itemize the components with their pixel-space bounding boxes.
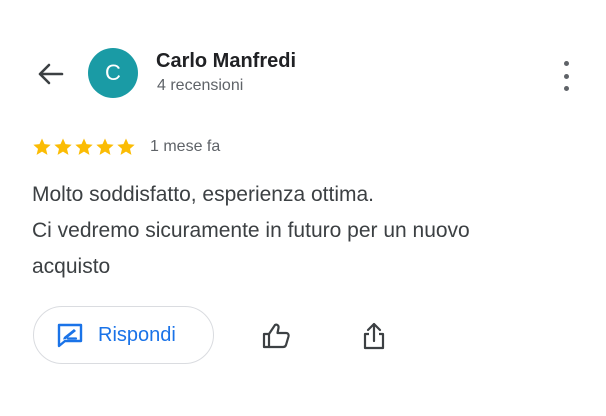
- star-icon: [117, 138, 135, 155]
- review-count: 4 recensioni: [157, 77, 244, 94]
- thumb-up-icon: [262, 323, 290, 349]
- more-options-button[interactable]: [552, 56, 580, 96]
- reviewer-name[interactable]: Carlo Manfredi: [156, 50, 296, 73]
- review-text-line: acquisto: [32, 255, 111, 278]
- star-icon: [75, 138, 93, 155]
- like-button[interactable]: [258, 316, 294, 356]
- share-icon: [363, 322, 385, 350]
- back-button[interactable]: [32, 58, 68, 90]
- review-header: C Carlo Manfredi 4 recensioni: [0, 0, 606, 120]
- reply-button[interactable]: Rispondi: [33, 306, 214, 364]
- rating-row: 1 mese fa: [32, 134, 220, 160]
- star-icon: [96, 138, 114, 155]
- star-rating: [32, 137, 136, 157]
- avatar-initial: C: [105, 60, 121, 85]
- star-icon: [54, 138, 72, 155]
- reply-button-label: Rispondi: [98, 323, 176, 346]
- more-vert-icon: [563, 61, 569, 66]
- reply-edit-icon: [57, 323, 83, 348]
- review-date: 1 mese fa: [150, 138, 221, 155]
- avatar[interactable]: C: [88, 48, 138, 98]
- share-button[interactable]: [356, 316, 392, 356]
- star-icon: [33, 138, 51, 155]
- review-text-line: Ci vedremo sicuramente in futuro per un …: [32, 219, 470, 242]
- review-text-line: Molto soddisfatto, esperienza ottima.: [32, 183, 375, 206]
- arrow-back-icon: [38, 63, 64, 85]
- review-text: Molto soddisfatto, esperienza ottima. Ci…: [32, 177, 572, 285]
